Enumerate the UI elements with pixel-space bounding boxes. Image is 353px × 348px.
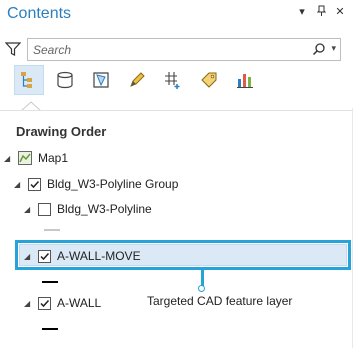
list-by-drawing-order-icon bbox=[21, 72, 32, 88]
auto-hide-pin-icon[interactable] bbox=[316, 5, 326, 21]
list-by-charts-button[interactable] bbox=[230, 65, 260, 95]
collapse-arrow-icon[interactable]: ◢ bbox=[24, 205, 34, 214]
list-by-selection-icon bbox=[93, 72, 109, 88]
list-by-snapping-icon bbox=[165, 72, 180, 89]
visibility-checkbox[interactable] bbox=[28, 177, 41, 191]
list-by-drawing-order-button[interactable] bbox=[14, 65, 44, 95]
list-by-editing-button[interactable] bbox=[122, 65, 152, 95]
collapse-arrow-icon[interactable]: ◢ bbox=[24, 299, 34, 308]
layer-symbol-line bbox=[42, 328, 58, 330]
search-box[interactable]: ▾ bbox=[27, 38, 341, 61]
tree-item-label: Bldg_W3-Polyline Group bbox=[47, 177, 179, 191]
search-options-dropdown-icon[interactable]: ▾ bbox=[331, 43, 336, 54]
layer-symbol-line bbox=[44, 229, 60, 231]
tree-item-group[interactable]: ◢ Bldg_W3-Polyline Group bbox=[14, 174, 178, 194]
layer-symbol-line bbox=[42, 281, 58, 283]
drawing-order-heading: Drawing Order bbox=[16, 124, 107, 139]
list-by-data-source-icon bbox=[57, 71, 73, 89]
map-icon bbox=[18, 151, 32, 165]
window-controls: ▾ ✕ bbox=[297, 5, 345, 21]
checkmark-icon bbox=[40, 252, 50, 260]
tree-item-map1[interactable]: ◢ Map1 bbox=[4, 148, 68, 168]
title-bar: Contents ▾ ✕ bbox=[0, 0, 353, 32]
list-by-labeling-icon bbox=[201, 72, 217, 88]
tree-item-label: A-WALL-MOVE bbox=[57, 249, 141, 263]
visibility-checkbox[interactable] bbox=[38, 249, 51, 263]
search-input[interactable] bbox=[33, 41, 303, 58]
tree-item-a-wall-move[interactable]: ◢ A-WALL-MOVE bbox=[24, 246, 141, 266]
checkmark-icon bbox=[40, 299, 50, 307]
list-by-editing-icon bbox=[130, 72, 145, 87]
collapse-arrow-icon[interactable]: ◢ bbox=[24, 252, 34, 261]
toolbar-divider bbox=[0, 110, 353, 111]
close-icon[interactable]: ✕ bbox=[335, 5, 345, 21]
collapse-arrow-icon[interactable]: ◢ bbox=[4, 154, 14, 163]
search-icon[interactable] bbox=[312, 42, 326, 56]
checkmark-icon bbox=[30, 180, 40, 188]
callout-label: Targeted CAD feature layer bbox=[147, 294, 293, 308]
pane-title: Contents bbox=[7, 5, 72, 22]
tree-item-a-wall[interactable]: ◢ A-WALL bbox=[24, 293, 101, 313]
collapse-arrow-icon[interactable]: ◢ bbox=[14, 180, 24, 189]
tree-item-label: Map1 bbox=[38, 151, 69, 165]
tree-item-bldg-polyline[interactable]: ◢ Bldg_W3-Polyline bbox=[24, 199, 152, 219]
list-by-snapping-button[interactable] bbox=[158, 65, 188, 95]
contents-pane: Contents ▾ ✕ ▾ bbox=[0, 0, 353, 348]
visibility-checkbox[interactable] bbox=[38, 202, 51, 216]
list-by-data-source-button[interactable] bbox=[50, 65, 80, 95]
tree-item-label: A-WALL bbox=[57, 296, 102, 310]
callout-anchor-dot bbox=[198, 285, 205, 292]
options-menu-icon[interactable]: ▾ bbox=[297, 5, 307, 21]
tree-item-label: Bldg_W3-Polyline bbox=[57, 202, 152, 216]
contents-toolbar bbox=[14, 65, 260, 101]
filter-icon[interactable] bbox=[5, 41, 21, 57]
list-by-selection-button[interactable] bbox=[86, 65, 116, 95]
list-by-charts-icon bbox=[237, 74, 253, 88]
list-by-labeling-button[interactable] bbox=[194, 65, 224, 95]
visibility-checkbox[interactable] bbox=[38, 296, 51, 310]
